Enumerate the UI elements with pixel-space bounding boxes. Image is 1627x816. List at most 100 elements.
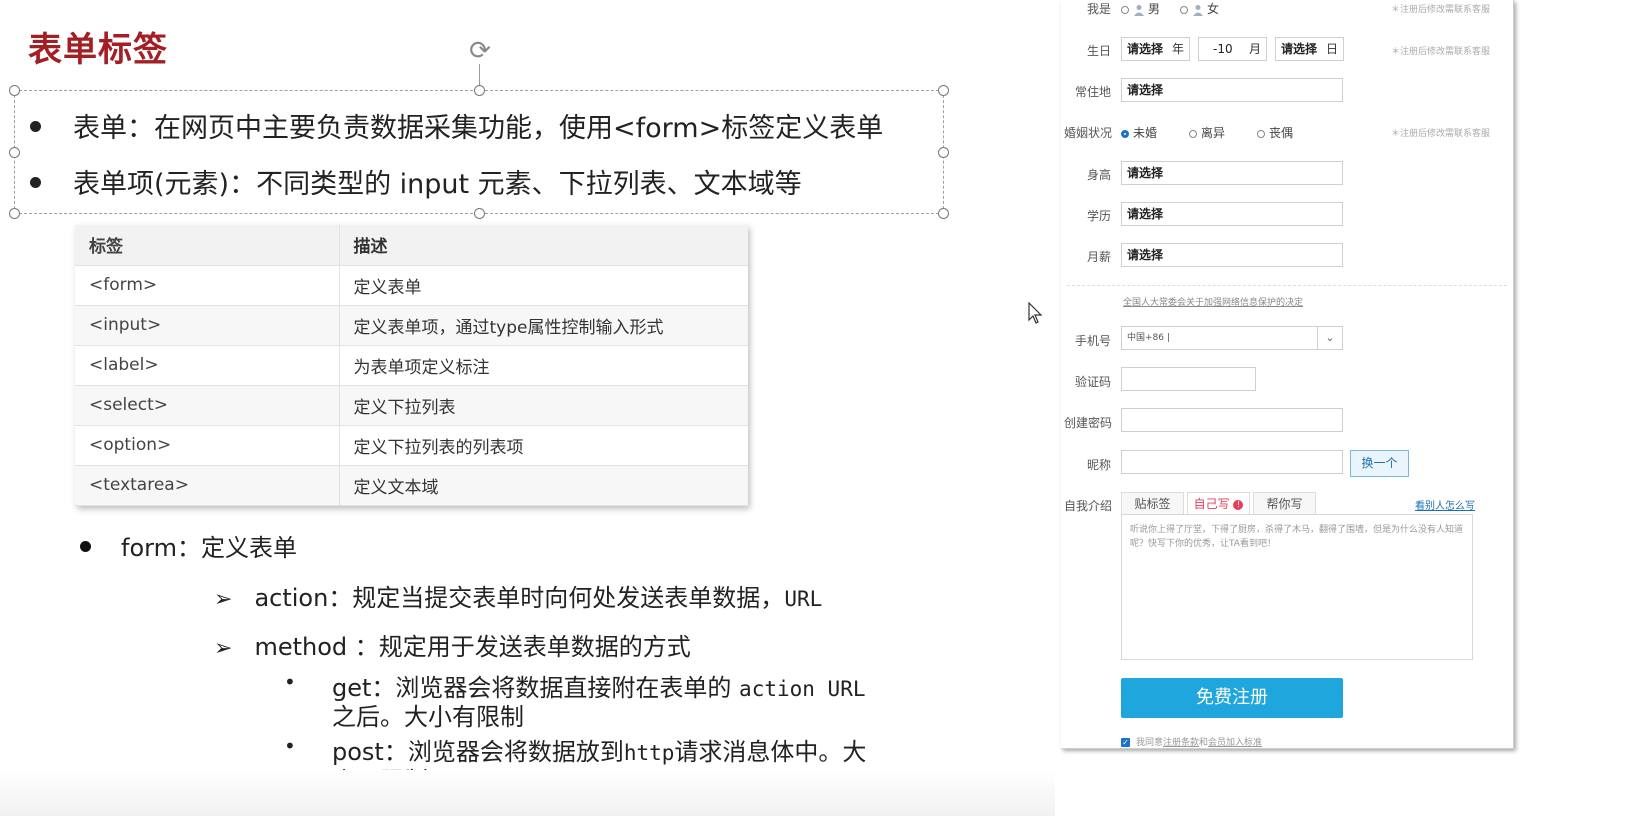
action-line: ➢ action：规定当提交表单时向何处发送表单数据，URL (214, 578, 822, 613)
birthday-year-select[interactable]: 请选择年 (1121, 37, 1190, 61)
action-text: action：规定当提交表单时向何处发送表单数据， (254, 584, 785, 612)
radio-widowed[interactable] (1257, 129, 1265, 138)
agree-text: 我同意 (1136, 738, 1164, 748)
radio-single[interactable] (1121, 129, 1129, 138)
phone-input[interactable]: 中国+86 | ⌄ (1121, 326, 1343, 350)
resize-handle-bottom-right[interactable] (938, 208, 949, 219)
height-select[interactable]: 请选择 (1121, 161, 1343, 185)
post-code-text: http (623, 741, 675, 765)
marital-label: 婚姻状况 (1063, 126, 1112, 140)
bottom-shade (0, 770, 1055, 816)
radio-female[interactable] (1180, 5, 1188, 14)
tag-table: 标签 描述 <form> 定义表单 <input> 定义表单项，通过type属性… (75, 225, 748, 506)
gender-male-option[interactable]: 男 (1121, 0, 1160, 17)
resize-handle-left[interactable] (9, 147, 20, 158)
table-header-row: 标签 描述 (75, 225, 748, 266)
bullet-dot (80, 540, 91, 552)
table-header: 标签 (75, 225, 340, 266)
resize-handle-right[interactable] (938, 147, 949, 158)
terms-link[interactable]: 注册条款 (1163, 738, 1199, 748)
salary-select[interactable]: 请选择 (1121, 243, 1343, 267)
nickname-label: 昵称 (1086, 458, 1111, 472)
bullet-text: 表单：在网页中主要负责数据采集功能，使用<form>标签定义表单 (73, 113, 884, 144)
marital-single-text: 未婚 (1133, 126, 1158, 140)
table-row: <textarea> 定义文本域 (75, 465, 748, 506)
agree-and-text: 和 (1199, 738, 1209, 748)
gender-female-option[interactable]: 女 (1180, 0, 1219, 17)
resize-handle-top-right[interactable] (938, 85, 949, 96)
action-url-text: URL (784, 587, 823, 611)
marital-note: ＊注册后修改需联系客服 (1391, 129, 1491, 139)
agree-checkbox[interactable]: ✓ (1121, 738, 1130, 747)
phone-country-code: 中国+86 | (1127, 333, 1170, 343)
education-label: 学历 (1086, 209, 1111, 223)
tab-write-self[interactable]: 自己写 ! (1187, 492, 1250, 515)
female-person-icon (1193, 4, 1203, 16)
height-label: 身高 (1086, 168, 1111, 182)
section-divider (1067, 285, 1507, 286)
phone-label: 手机号 (1074, 334, 1111, 348)
password-label: 创建密码 (1063, 416, 1112, 430)
tab-tags[interactable]: 贴标签 (1121, 492, 1184, 515)
arrow-bullet-icon: ➢ (214, 587, 233, 612)
gender-male-text: 男 (1148, 2, 1161, 16)
birthday-day-value: 请选择 (1281, 42, 1318, 56)
small-bullet-icon: • (284, 670, 296, 694)
education-select[interactable]: 请选择 (1121, 202, 1343, 226)
table-header: 描述 (339, 225, 748, 266)
law-link[interactable]: 全国人大常委会关于加强网络信息保护的决定 (1123, 295, 1303, 308)
resize-handle-bottom-left[interactable] (9, 208, 20, 219)
residence-select[interactable]: 请选择 (1121, 78, 1343, 102)
table-row: <label> 为表单项定义标注 (75, 345, 748, 386)
see-others-link[interactable]: 看别人怎么写 (1415, 497, 1475, 512)
form-heading-text: form：定义表单 (121, 534, 297, 562)
bullet-form: 表单：在网页中主要负责数据采集功能，使用<form>标签定义表单 (30, 106, 883, 145)
salary-label: 月薪 (1086, 250, 1111, 264)
tab-help-write[interactable]: 帮你写 (1253, 492, 1316, 515)
table-row: <form> 定义表单 (75, 265, 748, 306)
marital-option-widowed[interactable]: 丧偶 (1257, 124, 1293, 141)
standard-link[interactable]: 会员加入标准 (1208, 738, 1262, 748)
table-cell: 定义文本域 (339, 465, 748, 506)
birthday-note: ＊注册后修改需联系客服 (1391, 47, 1491, 57)
table-cell: 定义表单 (339, 265, 748, 306)
birthday-day-select[interactable]: 请选择日 (1275, 37, 1344, 61)
bullet-form-items: 表单项(元素)：不同类型的 input 元素、下拉列表、文本域等 (30, 162, 802, 201)
nickname-input[interactable] (1121, 450, 1343, 474)
resize-handle-top-left[interactable] (9, 85, 20, 96)
marital-option-divorced[interactable]: 离异 (1189, 124, 1225, 141)
table-cell: 为表单项定义标注 (339, 345, 748, 386)
radio-male[interactable] (1121, 5, 1129, 14)
agree-row: ✓ 我同意注册条款和会员加入标准 (1121, 735, 1262, 748)
resize-handle-bottom[interactable] (474, 208, 485, 219)
marital-divorced-text: 离异 (1201, 126, 1226, 140)
bullet-dot (30, 121, 41, 132)
resize-handle-top[interactable] (474, 85, 485, 96)
chevron-down-icon[interactable]: ⌄ (1317, 327, 1342, 349)
birthday-label: 生日 (1086, 44, 1111, 58)
rotate-handle-icon[interactable]: ⟳ (465, 36, 495, 66)
mouse-cursor-icon (1028, 302, 1043, 324)
table-cell: <textarea> (75, 465, 340, 506)
intro-textarea[interactable]: 听说你上得了厅堂，下得了厨房，杀得了木马，翻得了围墙，但是为什么没有人知道呢？快… (1121, 514, 1473, 660)
table-cell: 定义表单项，通过type属性控制输入形式 (339, 305, 748, 346)
table-cell: <option> (75, 425, 340, 466)
table-row: <select> 定义下拉列表 (75, 385, 748, 426)
birthday-month-select[interactable]: -10 月 (1198, 37, 1267, 61)
table-cell: <select> (75, 385, 340, 426)
swap-nickname-button[interactable]: 换一个 (1350, 450, 1409, 477)
gender-note: ＊注册后修改需联系客服 (1391, 5, 1491, 15)
register-button[interactable]: 免费注册 (1121, 678, 1343, 718)
bullet-text: 表单项(元素)：不同类型的 input 元素、下拉列表、文本域等 (73, 169, 802, 200)
password-input[interactable] (1121, 408, 1343, 432)
alert-icon: ! (1233, 499, 1244, 510)
male-person-icon (1134, 4, 1144, 16)
radio-divorced[interactable] (1189, 129, 1197, 138)
birthday-year-unit: 年 (1171, 42, 1184, 56)
method-line: ➢ method ：规定用于发送表单数据的方式 (214, 627, 691, 662)
table-cell: 定义下拉列表 (339, 385, 748, 426)
captcha-input[interactable] (1121, 367, 1256, 391)
birthday-month-unit: 月 (1248, 42, 1261, 56)
marital-option-single[interactable]: 未婚 (1121, 124, 1157, 141)
birthday-day-unit: 日 (1325, 42, 1338, 56)
